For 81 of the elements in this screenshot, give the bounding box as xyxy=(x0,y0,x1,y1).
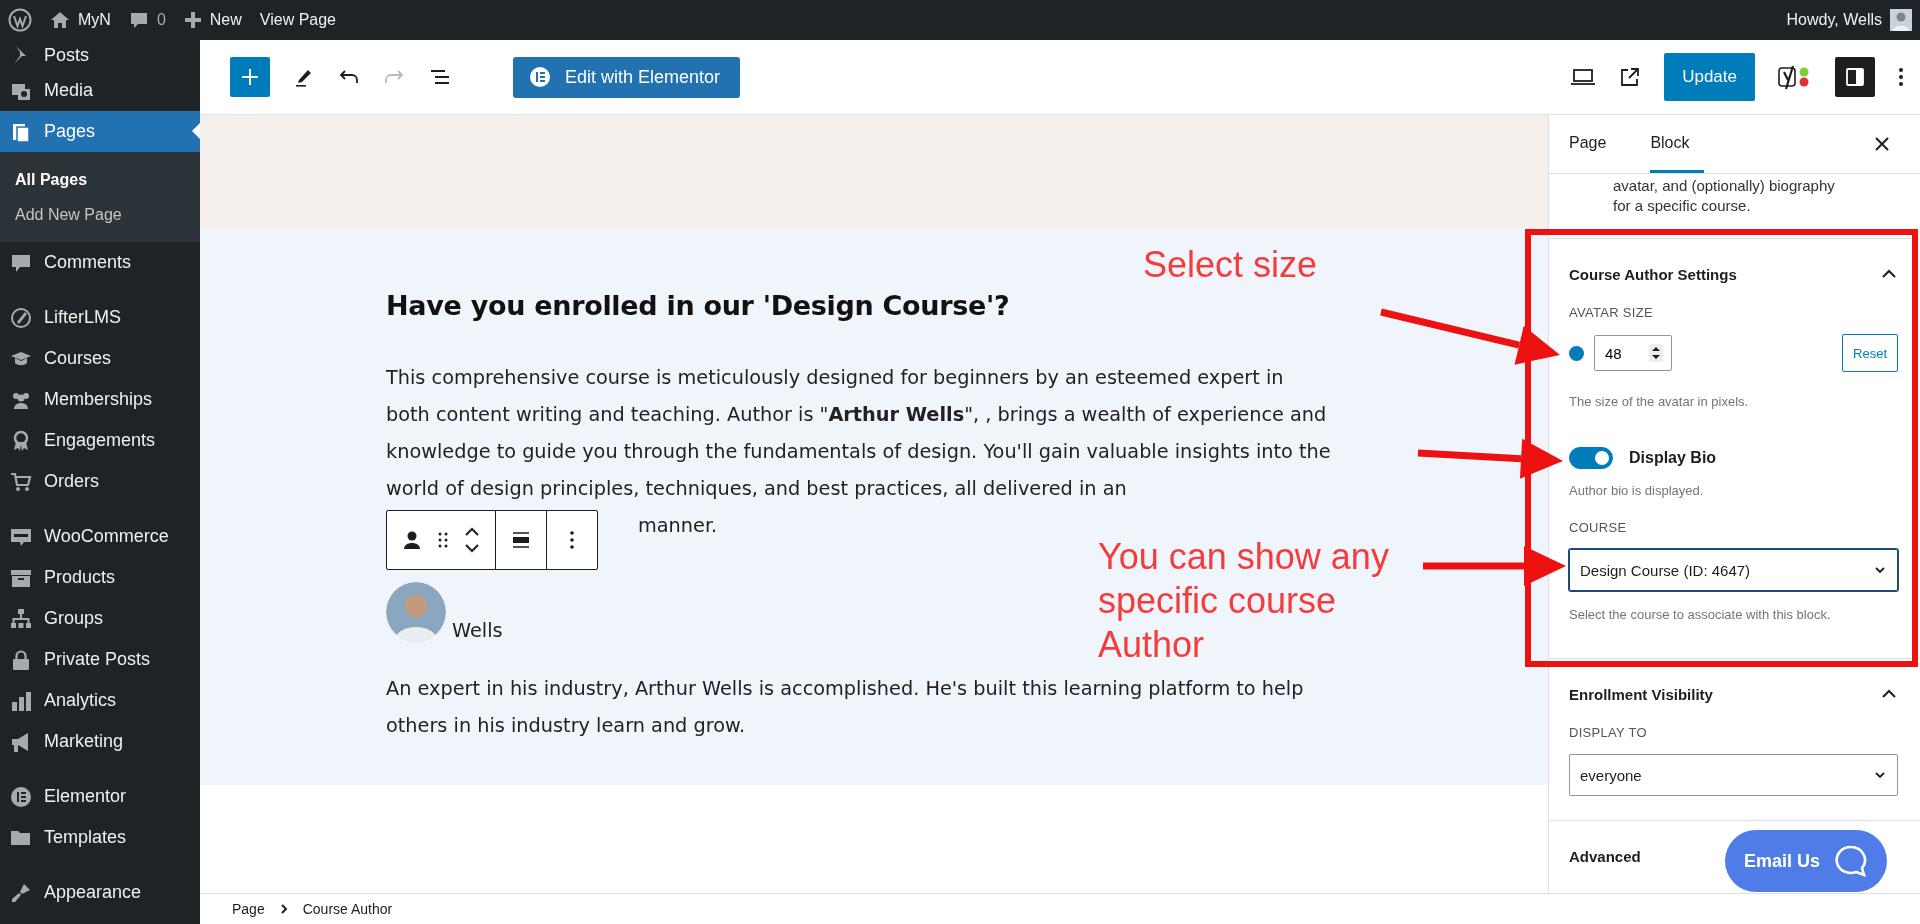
breadcrumb-item[interactable]: Course Author xyxy=(302,901,393,917)
sidebar-item[interactable]: Products xyxy=(0,557,200,598)
panel-section-title[interactable]: Course Author Settings xyxy=(1569,265,1737,283)
lock-icon xyxy=(10,648,32,671)
comment-count[interactable]: 0 xyxy=(156,11,166,29)
annotation-text: Select size xyxy=(1143,243,1318,287)
help-text: Select the course to associate with this block. xyxy=(1569,607,1832,622)
paragraph-text: manner. xyxy=(638,513,718,539)
sidebar-item[interactable]: Engagements xyxy=(0,420,200,461)
select-field[interactable]: Design Course (ID: 4647) xyxy=(1569,549,1898,591)
plus-icon xyxy=(240,67,260,87)
submenu-item[interactable]: All Pages xyxy=(0,162,200,197)
sidebar-item[interactable]: Courses xyxy=(0,338,200,379)
sidebar-item[interactable]: WooCommerce xyxy=(0,516,200,557)
add-block-button[interactable] xyxy=(230,57,270,97)
panel-section-title[interactable]: Enrollment Visibility xyxy=(1569,685,1713,703)
number-field[interactable]: 48 xyxy=(1594,335,1672,371)
paintbrush-icon xyxy=(10,881,32,904)
chat-bubble-icon xyxy=(1834,844,1868,878)
help-text: Author bio is displayed. xyxy=(1569,483,1705,498)
select-field[interactable]: everyone xyxy=(1569,754,1898,796)
laptop-icon[interactable] xyxy=(1570,67,1597,87)
sidebar-item[interactable]: Memberships xyxy=(0,379,200,420)
plus-icon xyxy=(183,11,202,29)
slider-handle[interactable] xyxy=(1569,345,1584,361)
sidebar-item[interactable]: Pages xyxy=(0,111,200,152)
sidebar-item[interactable]: Analytics xyxy=(0,680,200,721)
avatar xyxy=(1890,9,1912,31)
elementor-icon xyxy=(529,66,551,88)
tab[interactable]: Page xyxy=(1569,115,1621,173)
author-bio: An expert in his industry, Arthur Wells is accomplished. He's built this learning platform to help others in his industry learn and grow. xyxy=(386,676,1305,739)
sidebar-item[interactable]: Posts xyxy=(0,40,200,70)
external-link-icon[interactable] xyxy=(1619,66,1642,88)
field-label: AVATAR SIZE xyxy=(1569,305,1654,320)
edit-with-elementor-button[interactable]: Edit with Elementor xyxy=(513,56,741,98)
sidebar-item[interactable]: Marketing xyxy=(0,721,200,762)
sitemap-icon xyxy=(10,607,32,630)
align-icon[interactable] xyxy=(510,529,532,551)
elementor-icon xyxy=(10,785,32,808)
submenu-item[interactable]: Add New Page xyxy=(0,197,200,232)
spinner-icon xyxy=(1649,344,1663,362)
sidebar-item[interactable]: Groups xyxy=(0,598,200,639)
sidebar-item[interactable]: Elementor xyxy=(0,776,200,817)
toggle-label: Display Bio xyxy=(1629,449,1717,467)
chevron-right-icon xyxy=(278,903,289,915)
site-name[interactable]: MyN xyxy=(78,11,111,29)
person-icon[interactable] xyxy=(401,529,423,551)
wordpress-logo-icon xyxy=(8,8,32,32)
greeting[interactable]: Howdy, Wells xyxy=(1786,11,1882,29)
comment-icon xyxy=(128,10,149,30)
toggle-switch[interactable] xyxy=(1569,447,1613,469)
sidebar-item[interactable]: Templates xyxy=(0,817,200,858)
more-options-icon[interactable] xyxy=(1898,66,1904,88)
sidebar-item[interactable]: Appearance xyxy=(0,872,200,913)
breadcrumb-item[interactable]: Page xyxy=(232,901,265,917)
home-icon xyxy=(50,10,70,30)
block-description: avatar, and (optionally) biography for a specific course. xyxy=(1613,176,1836,216)
field-label: DISPLAY TO xyxy=(1569,725,1648,740)
move-up-down-icon[interactable] xyxy=(463,525,481,555)
new-link[interactable]: New xyxy=(209,11,242,29)
sidebar-item[interactable]: Orders xyxy=(0,461,200,502)
help-text: The size of the avatar in pixels. xyxy=(1569,394,1750,409)
email-us-button[interactable]: Email Us xyxy=(1725,830,1887,892)
annotation-text: You can show any specific course Author xyxy=(1098,535,1390,667)
reset-button[interactable]: Reset xyxy=(1842,334,1898,372)
cart-icon xyxy=(10,470,32,493)
sidebar-item[interactable]: LifterLMS xyxy=(0,297,200,338)
drag-handle-icon[interactable] xyxy=(437,530,449,550)
panel-section-title[interactable]: Advanced xyxy=(1569,847,1641,865)
tab[interactable]: Block xyxy=(1650,115,1704,173)
settings-sidebar-button[interactable] xyxy=(1835,57,1875,97)
sidebar-item[interactable]: Media xyxy=(0,70,200,111)
bar-chart-icon xyxy=(10,689,32,712)
sidebar-icon xyxy=(1844,66,1866,88)
update-button[interactable]: Update xyxy=(1664,53,1755,101)
sidebar-item[interactable]: Private Posts xyxy=(0,639,200,680)
heading: Have you enrolled in our 'Design Course'? xyxy=(386,290,1011,321)
field-label: COURSE xyxy=(1569,520,1628,535)
view-page-link[interactable]: View Page xyxy=(259,11,336,29)
author-name: Wells xyxy=(452,619,503,642)
sidebar-item[interactable]: Comments xyxy=(0,242,200,283)
